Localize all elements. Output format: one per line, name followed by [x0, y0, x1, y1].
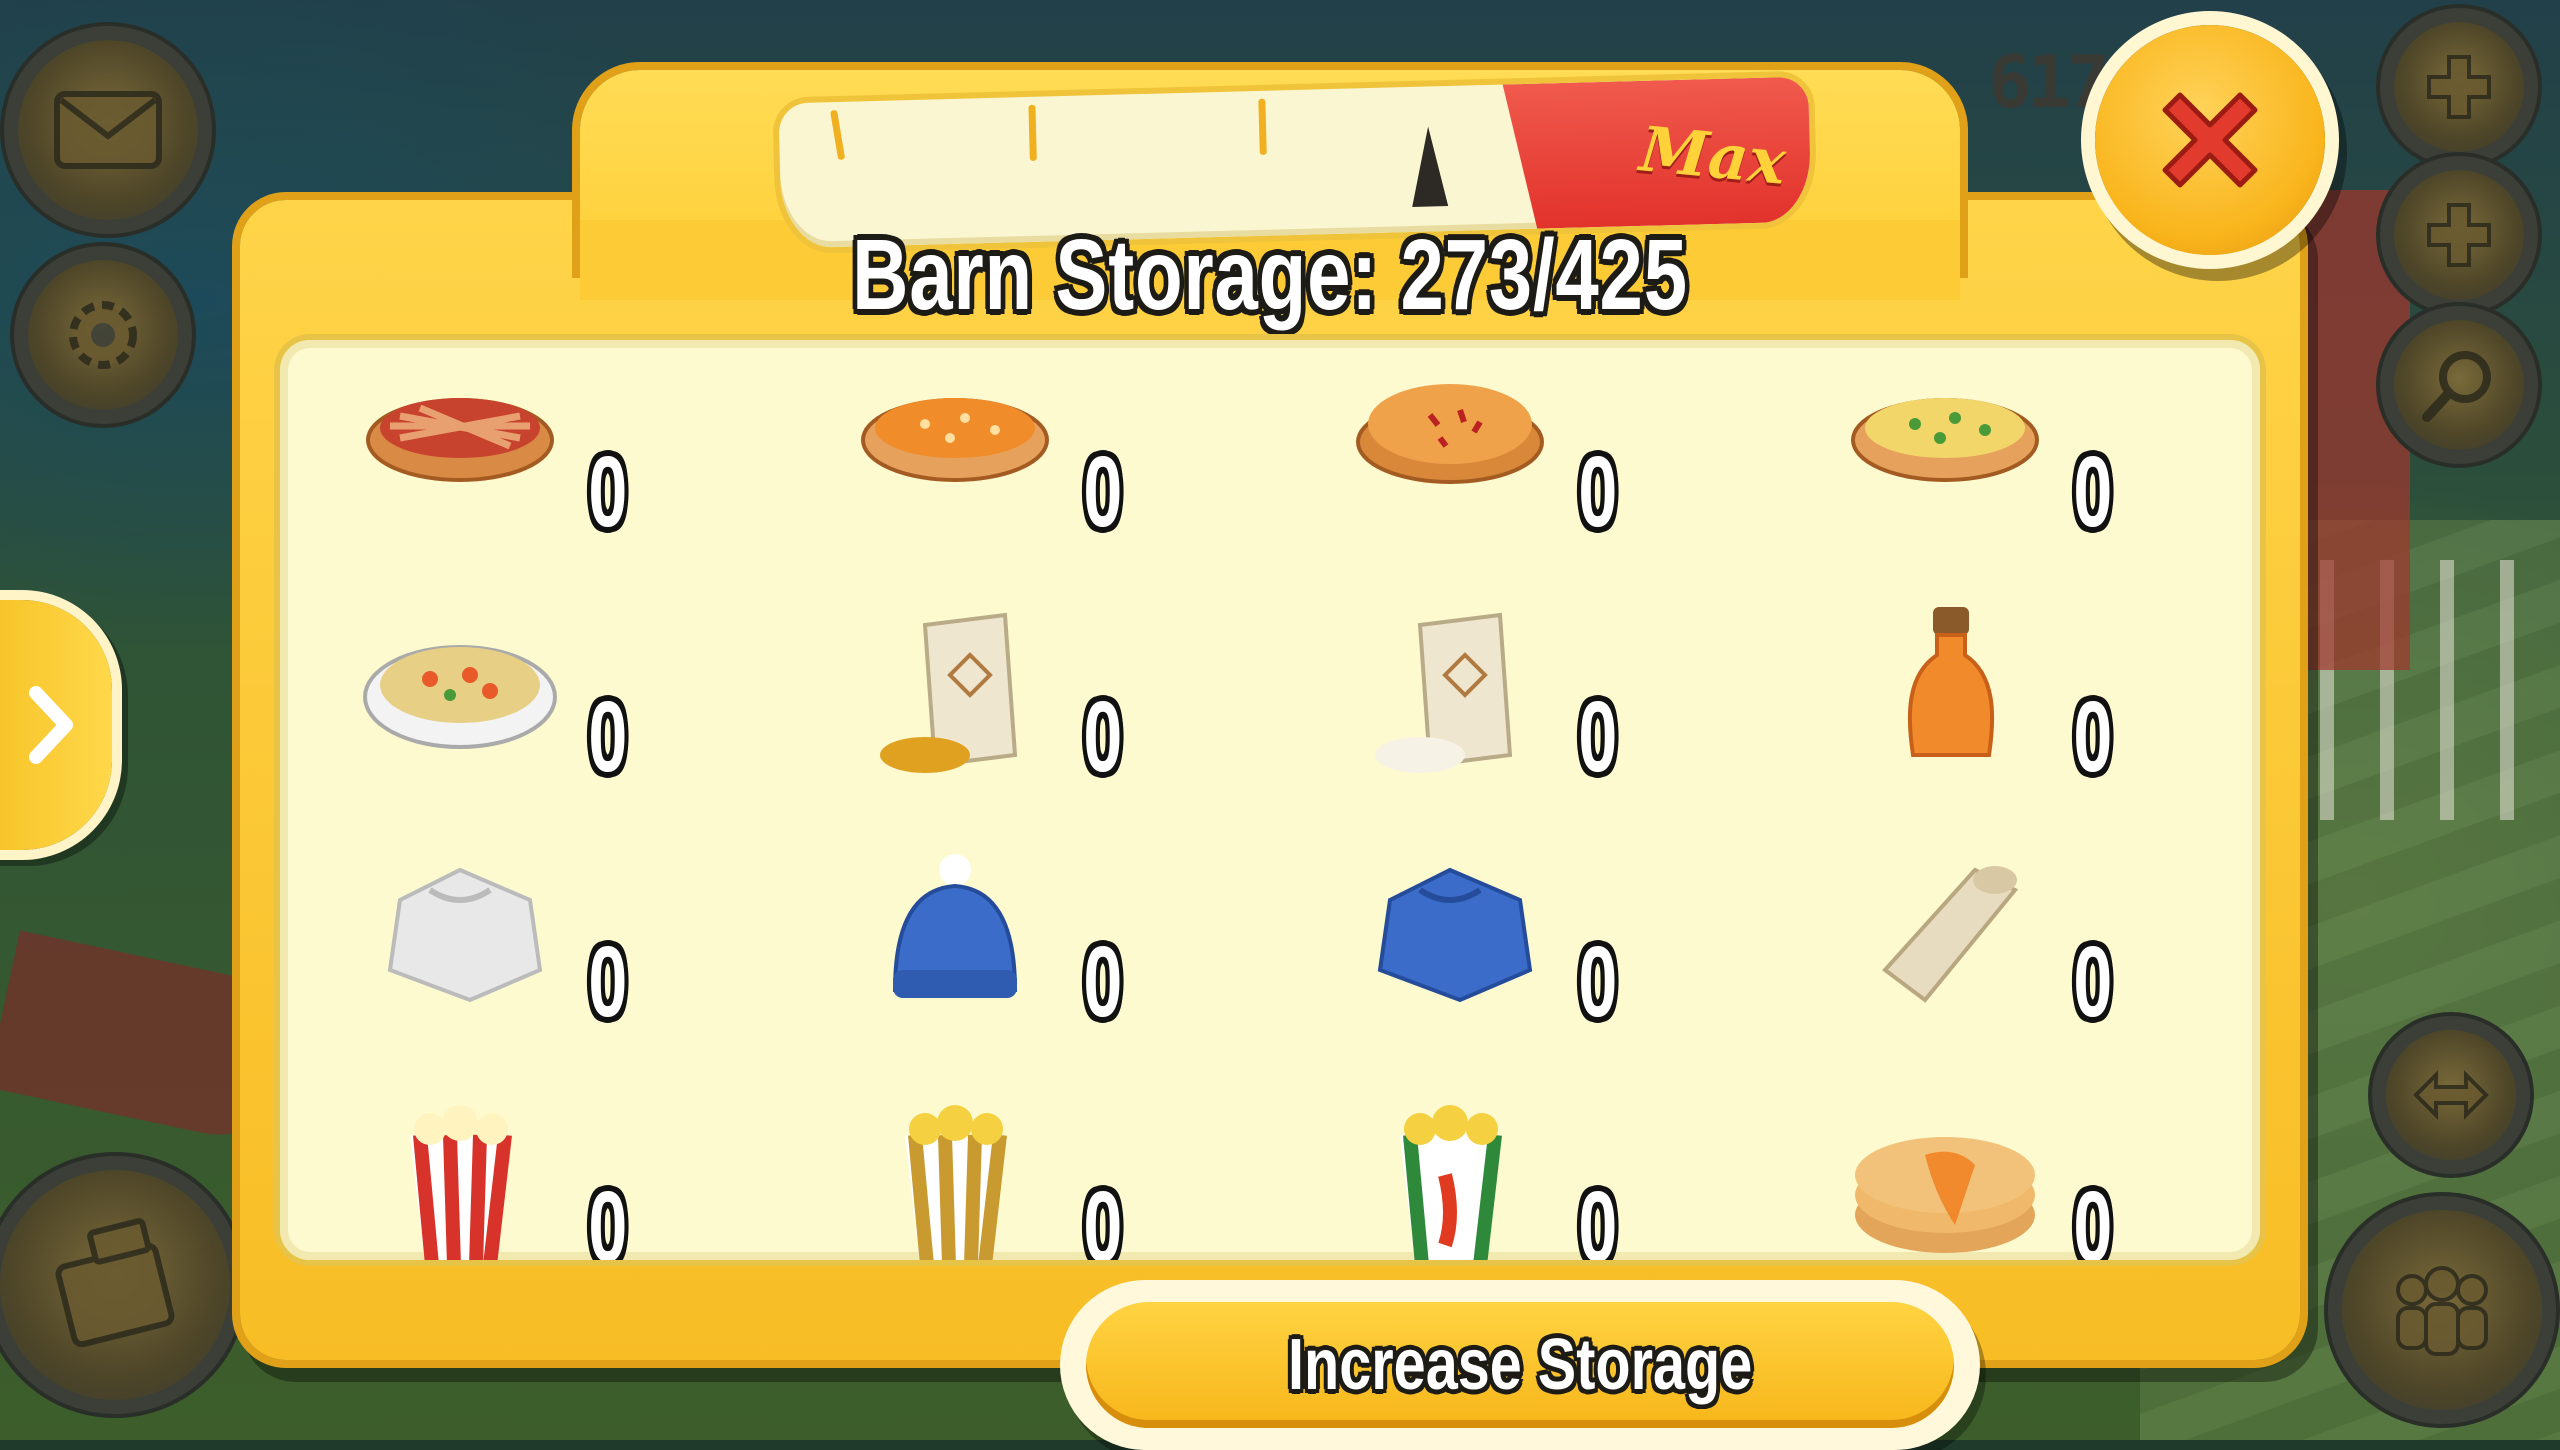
add-coins-button[interactable] — [2394, 22, 2524, 152]
fabric-roll-icon — [1882, 866, 2019, 1003]
items-grid: 0 0 0 0 0 0 0 0 0 0 0 0 0 0 0 0 — [280, 340, 2260, 1260]
item-quantity: 0 — [1578, 436, 1618, 548]
close-icon — [2162, 92, 2258, 188]
mail-icon — [54, 91, 162, 169]
item-blue-woolly-hat[interactable]: 0 — [775, 840, 1270, 1085]
item-quantity: 0 — [2073, 1171, 2113, 1260]
item-bacon-pie[interactable]: 0 — [280, 350, 775, 595]
add-diamonds-button[interactable] — [2394, 170, 2524, 300]
quiche-icon — [1851, 398, 2039, 482]
popcorn-red-icon — [410, 1105, 512, 1260]
item-quantity: 0 — [1083, 436, 1123, 548]
increase-storage-button[interactable]: Increase Storage — [1060, 1280, 1980, 1450]
gear-icon — [69, 301, 137, 369]
meter-needle — [1410, 126, 1449, 207]
item-casserole[interactable]: 0 — [280, 595, 775, 840]
pumpkin-pie-icon — [861, 398, 1049, 482]
popcorn-yellow-icon — [905, 1105, 1007, 1260]
search-button[interactable] — [2394, 320, 2524, 450]
dialog-title: Barn Storage: 273/425 — [852, 219, 1688, 331]
item-quantity: 0 — [2073, 681, 2113, 793]
item-quantity: 0 — [1083, 926, 1123, 1038]
item-quantity: 0 — [2073, 926, 2113, 1038]
plus-icon — [2427, 203, 2491, 267]
chevron-right-icon — [29, 686, 73, 764]
roadside-shop-button[interactable] — [0, 1170, 230, 1400]
item-quantity: 0 — [588, 926, 628, 1038]
item-quantity: 0 — [1083, 681, 1123, 793]
bacon-pie-icon — [366, 398, 554, 482]
max-label: Max — [1636, 112, 1789, 199]
popcorn-chili-icon — [1400, 1105, 1502, 1260]
item-corn-flour[interactable]: 0 — [775, 595, 1270, 840]
people-icon — [2396, 1266, 2488, 1356]
item-quantity: 0 — [1578, 926, 1618, 1038]
item-apple-pie[interactable]: 0 — [1270, 350, 1765, 595]
item-pancakes[interactable]: 0 — [1765, 1085, 2260, 1260]
magnifier-icon — [2422, 351, 2491, 422]
cash-register-icon — [55, 1218, 175, 1348]
item-pumpkin-pie[interactable]: 0 — [775, 350, 1270, 595]
settings-button[interactable] — [28, 260, 178, 410]
mail-button[interactable] — [18, 40, 198, 220]
items-panel: 0 0 0 0 0 0 0 0 0 0 0 0 0 0 0 0 — [280, 340, 2260, 1260]
item-chili-popcorn[interactable]: 0 — [1270, 1085, 1765, 1260]
plus-icon — [2427, 55, 2491, 119]
syrup-bottle-icon — [1907, 607, 1995, 757]
barn-storage-dialog: Max Barn Storage: 273/425 00000000000000… — [240, 70, 2300, 1450]
item-quantity: 0 — [1083, 1171, 1123, 1260]
item-quantity: 0 — [2073, 436, 2113, 548]
friends-button[interactable] — [2342, 1210, 2542, 1410]
arrows-icon — [2413, 1070, 2489, 1120]
pancakes-icon — [1855, 1137, 2035, 1253]
item-quantity: 0 — [588, 1171, 628, 1260]
item-blue-sweater[interactable]: 0 — [1270, 840, 1765, 1085]
item-quantity: 0 — [1578, 1171, 1618, 1260]
item-quantity: 0 — [588, 681, 628, 793]
casserole-icon — [363, 645, 557, 749]
item-quantity: 0 — [1578, 681, 1618, 793]
wheat-flour-sack-icon — [1375, 612, 1513, 773]
white-sweater-icon — [387, 867, 543, 1003]
increase-storage-label: Increase Storage — [1287, 1325, 1753, 1405]
item-popcorn[interactable]: 0 — [280, 1085, 775, 1260]
item-wheat-flour[interactable]: 0 — [1270, 595, 1765, 840]
item-quiche[interactable]: 0 — [1765, 350, 2260, 595]
blue-sweater-icon — [1377, 867, 1533, 1003]
item-syrup[interactable]: 0 — [1765, 595, 2260, 840]
corn-flour-sack-icon — [880, 612, 1018, 773]
item-buttered-popcorn[interactable]: 0 — [775, 1085, 1270, 1260]
expand-button[interactable] — [2386, 1030, 2516, 1160]
close-button[interactable] — [2095, 25, 2325, 255]
item-quantity: 0 — [588, 436, 628, 548]
blue-woolly-hat-icon — [892, 854, 1018, 998]
item-white-sweater[interactable]: 0 — [280, 840, 775, 1085]
item-cotton-fabric[interactable]: 0 — [1765, 840, 2260, 1085]
apple-pie-icon — [1356, 384, 1544, 484]
